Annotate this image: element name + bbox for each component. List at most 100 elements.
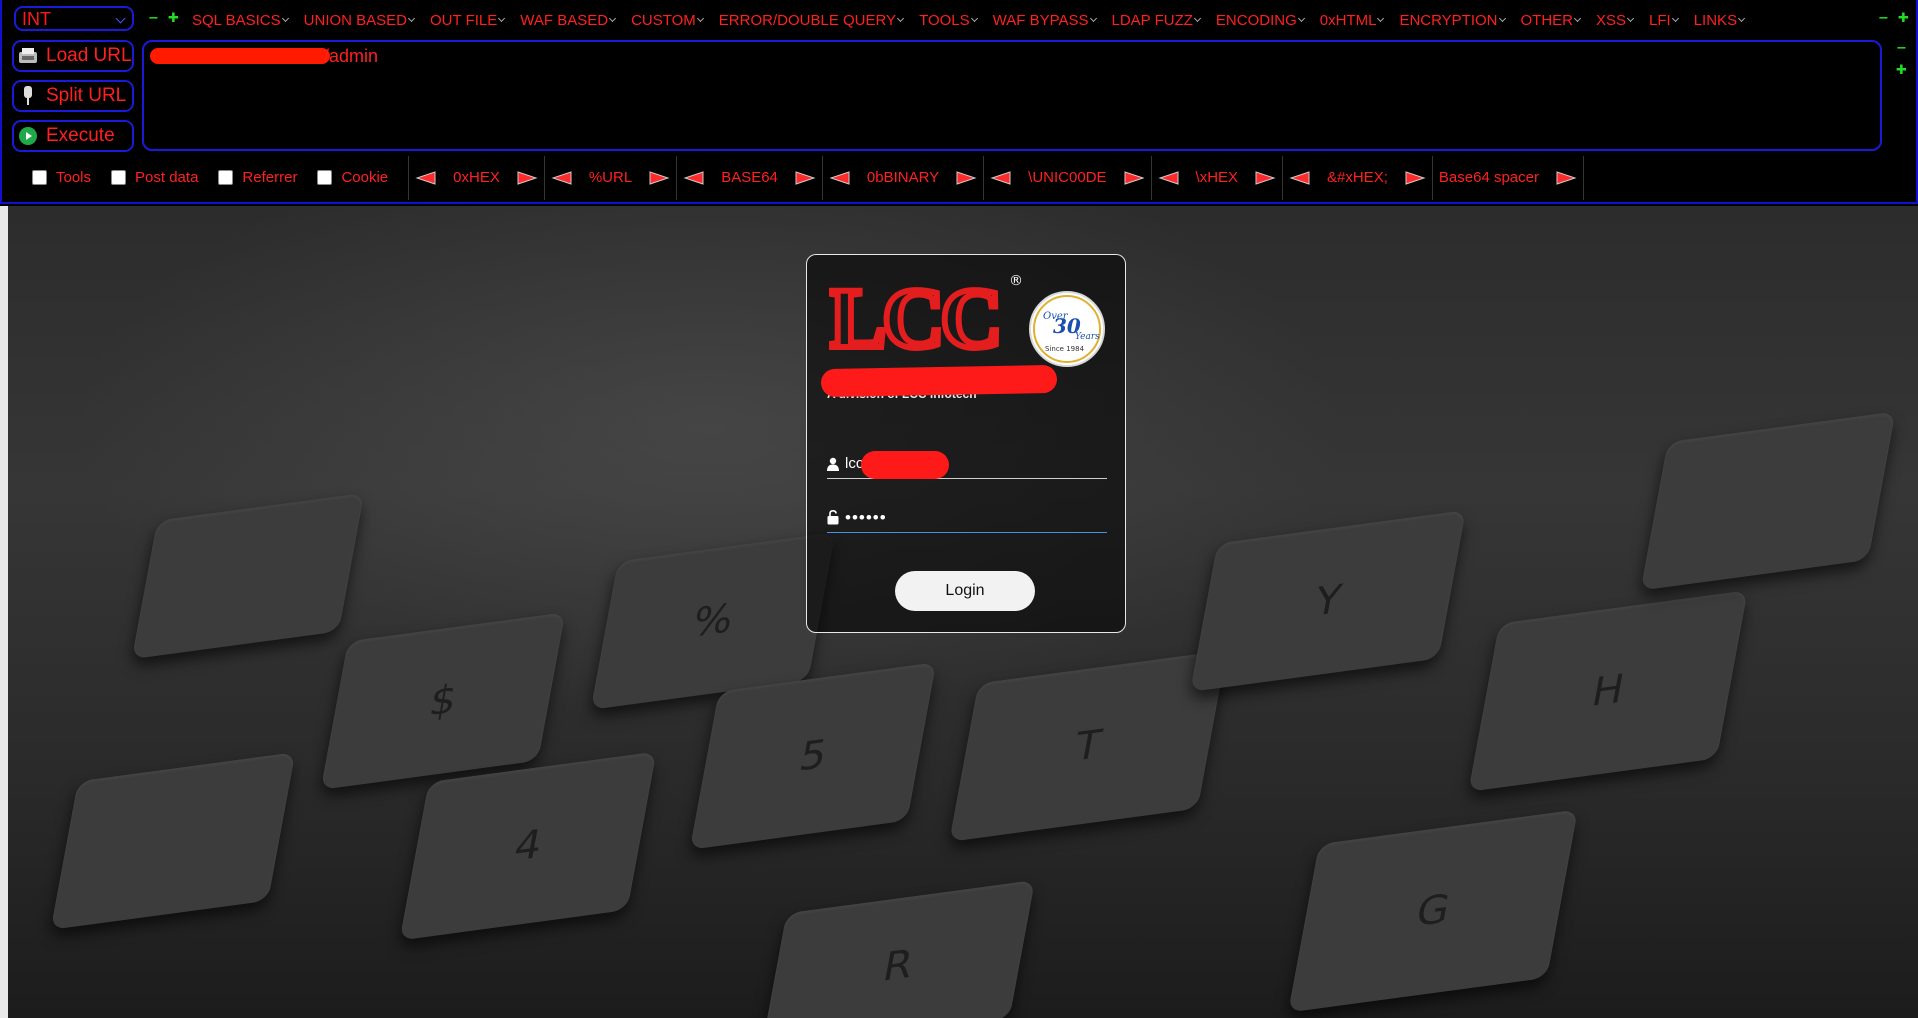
encode-arrow-icon[interactable] — [1404, 170, 1426, 186]
execute-button[interactable]: Execute — [12, 120, 134, 152]
checkbox-box[interactable] — [317, 170, 333, 185]
encode-arrow-icon[interactable] — [1254, 170, 1276, 186]
encoder-label: \UNIC00DE — [1028, 169, 1107, 186]
encoder-label: 0bBINARY — [866, 169, 940, 186]
menu-lfi[interactable]: LFI — [1649, 10, 1679, 30]
plus-icon[interactable]: ✚ — [1898, 12, 1909, 25]
decode-arrow-icon[interactable] — [1289, 170, 1311, 186]
chevron-down-icon — [897, 14, 905, 23]
password-field[interactable]: •••••• — [827, 503, 1107, 533]
decode-arrow-icon[interactable] — [551, 170, 573, 186]
chevron-down-icon — [1671, 14, 1679, 23]
menu-error-double-query[interactable]: ERROR/DOUBLE QUERY — [719, 10, 905, 30]
chevron-down-icon — [281, 14, 289, 23]
chevron-down-icon — [1626, 14, 1635, 23]
left-scroll-strip — [0, 206, 8, 1018]
menu-label: 0xHTML — [1319, 11, 1377, 29]
load-url-label: Load URL — [46, 45, 132, 66]
checkbox-box[interactable] — [111, 170, 127, 185]
menu-encryption[interactable]: ENCRYPTION — [1399, 10, 1506, 30]
menu-0xhtml[interactable]: 0xHTML — [1319, 10, 1385, 30]
redaction-mark — [150, 48, 330, 64]
post-data-checkbox[interactable]: Post data — [111, 169, 198, 186]
badge-unit: Years — [1075, 332, 1100, 342]
menu-label: CUSTOM — [631, 11, 696, 29]
menu-label: LFI — [1649, 11, 1671, 29]
encode-arrow-icon[interactable] — [648, 170, 670, 186]
decode-arrow-icon[interactable] — [1157, 170, 1180, 186]
decode-arrow-icon[interactable] — [990, 170, 1012, 186]
encoder-0xhex: 0xHEX — [408, 155, 544, 200]
encoder-label: %URL — [588, 169, 633, 186]
password-value: •••••• — [845, 507, 887, 527]
encoder-label: 0xHEX — [453, 169, 500, 186]
menu-other[interactable]: OTHER — [1520, 10, 1582, 30]
menu-label: ENCODING — [1215, 11, 1297, 29]
redaction-mark — [861, 451, 949, 479]
chevron-down-icon — [407, 14, 416, 23]
menu-sql-basics[interactable]: SQL BASICS — [192, 10, 289, 30]
menu-label: OTHER — [1520, 11, 1574, 29]
menu-label: TOOLS — [919, 11, 970, 29]
encoder-binary: 0bBINARY — [821, 155, 983, 200]
login-button[interactable]: Login — [895, 571, 1035, 611]
menu-links[interactable]: LINKS — [1694, 10, 1746, 30]
decode-arrow-icon[interactable] — [829, 170, 851, 186]
hackbar-menu-bar: SQL BASICS UNION BASED OUT FILE WAF BASE… — [192, 10, 1760, 30]
execute-label: Execute — [46, 125, 115, 146]
decode-arrow-icon[interactable] — [683, 170, 705, 186]
minus-icon[interactable]: − — [1896, 42, 1907, 55]
tools-checkbox[interactable]: Tools — [32, 169, 91, 186]
key-glyph: % — [689, 595, 737, 647]
keyboard-key — [131, 492, 365, 660]
chevron-down-icon — [1193, 14, 1201, 23]
registered-mark: ® — [1009, 273, 1023, 289]
encode-arrow-icon[interactable] — [1555, 170, 1577, 186]
menu-xss[interactable]: XSS — [1596, 10, 1635, 30]
menu-tools[interactable]: TOOLS — [919, 10, 978, 30]
tools-checkbox-label: Tools — [56, 169, 92, 186]
load-url-button[interactable]: Load URL — [12, 40, 134, 72]
encode-arrow-icon[interactable] — [955, 170, 977, 186]
encode-arrow-icon[interactable] — [516, 170, 538, 186]
menu-ldap-fuzz[interactable]: LDAP FUZZ — [1112, 10, 1201, 30]
cookie-checkbox[interactable]: Cookie — [317, 169, 388, 186]
injection-type-select[interactable]: INT — [14, 6, 134, 31]
minus-icon[interactable]: − — [1878, 12, 1889, 25]
chevron-down-icon — [1297, 14, 1305, 23]
referrer-checkbox[interactable]: Referrer — [218, 169, 297, 186]
key-glyph: Y — [1311, 576, 1345, 626]
key-glyph: $ — [425, 676, 461, 726]
chevron-down-icon — [696, 14, 704, 23]
chevron-down-icon — [609, 14, 617, 23]
url-textarea[interactable]: /admin — [142, 40, 1882, 151]
login-card: LCC ® Over 30 Years Since 1984 A divisio… — [806, 254, 1126, 633]
user-icon — [827, 457, 845, 471]
username-field[interactable]: lcc — [827, 449, 1107, 479]
encode-arrow-icon[interactable] — [794, 170, 816, 186]
checkbox-box[interactable] — [218, 170, 234, 185]
menu-waf-bypass[interactable]: WAF BYPASS — [993, 10, 1097, 30]
split-url-button[interactable]: Split URL — [12, 80, 134, 112]
encoder-url: %URL — [543, 155, 676, 200]
referrer-checkbox-label: Referrer — [242, 169, 298, 186]
menu-label: WAF BASED — [520, 11, 609, 29]
menu-union-based[interactable]: UNION BASED — [304, 10, 416, 30]
plus-icon[interactable]: ✚ — [168, 12, 179, 25]
plus-icon[interactable]: ✚ — [1896, 64, 1907, 77]
checkbox-box[interactable] — [32, 170, 47, 185]
keyboard-key: H — [1468, 590, 1748, 792]
menu-custom[interactable]: CUSTOM — [631, 10, 704, 30]
encode-arrow-icon[interactable] — [1123, 170, 1145, 186]
encoder-unicode: \UNIC00DE — [983, 155, 1150, 200]
menu-waf-based[interactable]: WAF BASED — [520, 10, 617, 30]
menu-encoding[interactable]: ENCODING — [1215, 10, 1305, 30]
menu-label: OUT FILE — [430, 11, 498, 29]
chevron-down-icon — [1573, 14, 1582, 23]
menu-out-file[interactable]: OUT FILE — [430, 10, 506, 30]
decode-arrow-icon[interactable] — [415, 170, 437, 186]
keyboard-key: T — [949, 650, 1227, 842]
key-glyph: 4 — [510, 821, 546, 871]
encoder-xhex: \xHEX — [1150, 155, 1283, 200]
minus-icon[interactable]: − — [148, 12, 159, 25]
